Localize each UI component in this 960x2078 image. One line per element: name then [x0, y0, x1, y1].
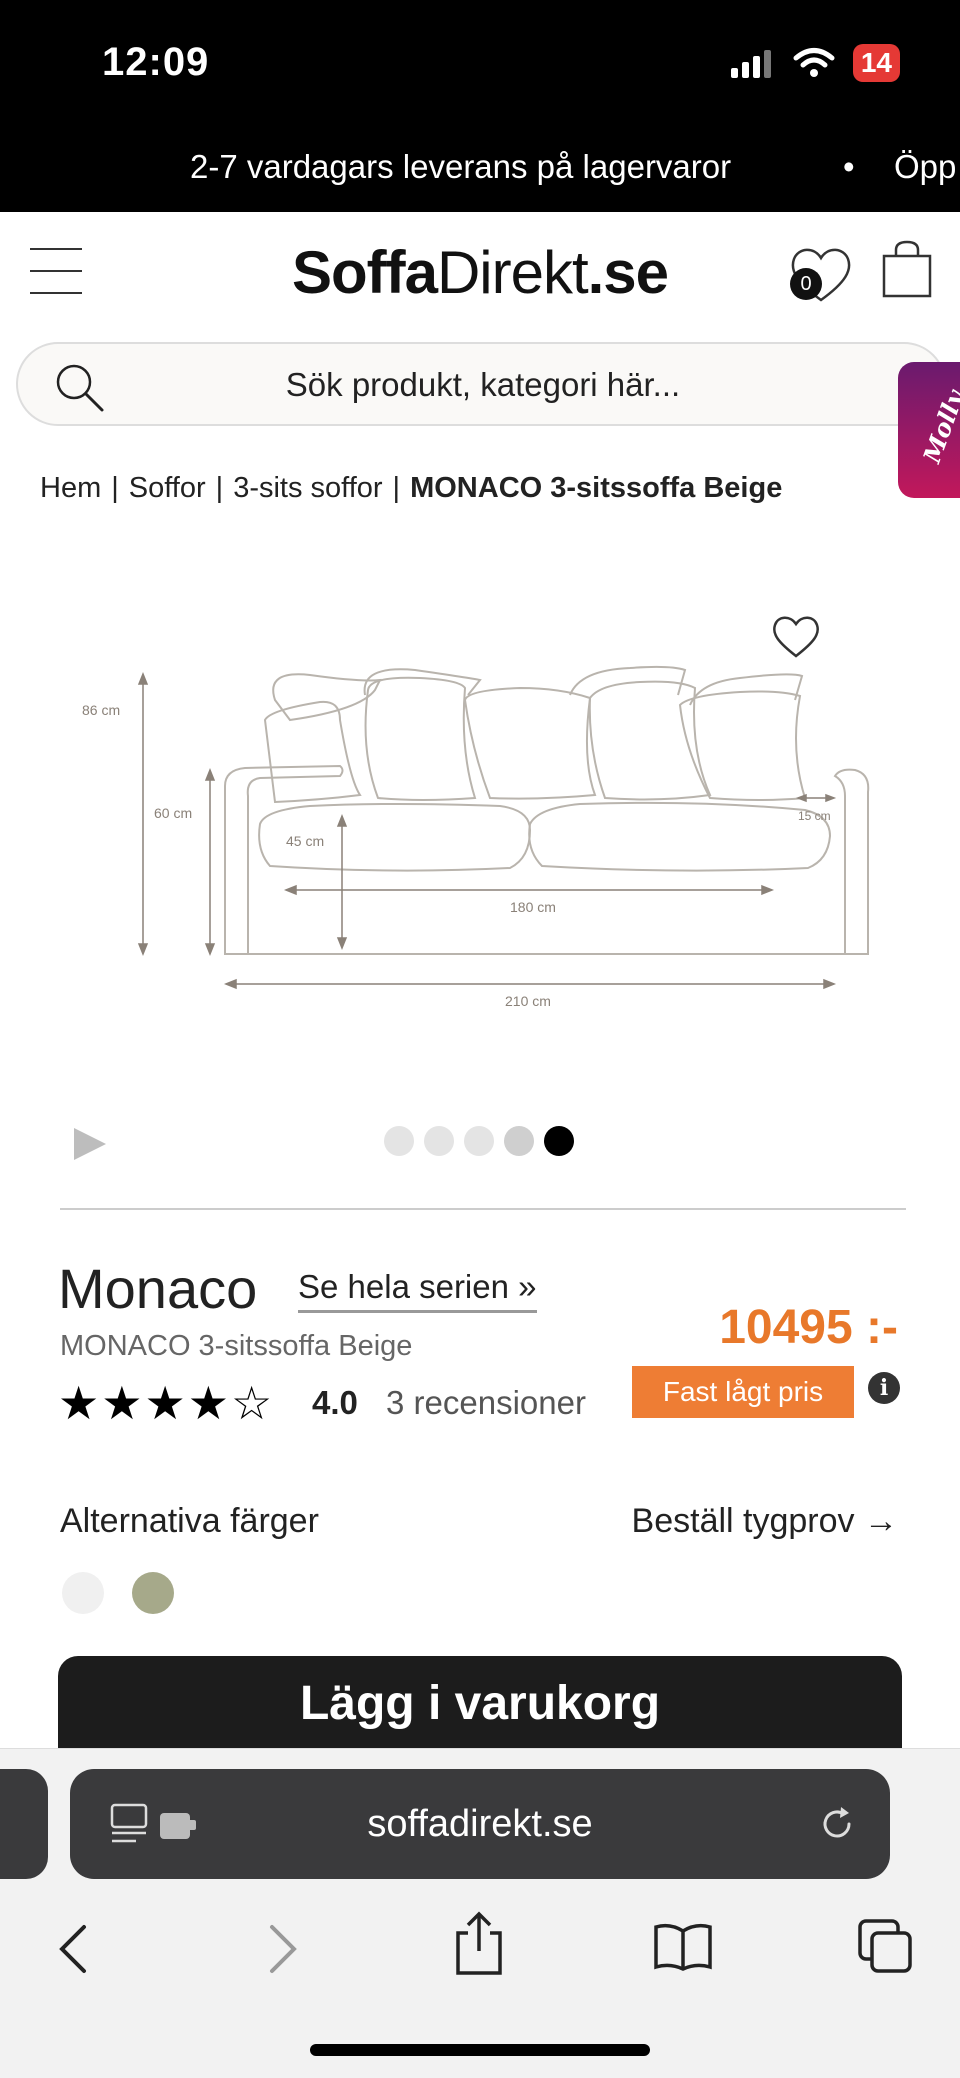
breadcrumb-separator: |: [111, 472, 119, 504]
search-placeholder: Sök produkt, kategori här...: [285, 366, 681, 403]
carousel-dot[interactable]: [464, 1126, 494, 1156]
carousel-dot[interactable]: [384, 1126, 414, 1156]
breadcrumb-item-3-seat[interactable]: 3-sits soffor: [233, 472, 382, 504]
site-header: SoffaDirekt.se 0: [0, 212, 960, 336]
breadcrumb-separator: |: [392, 472, 401, 504]
chat-widget-label: Molly: [916, 386, 960, 467]
carousel-dots: [384, 1126, 574, 1156]
forward-icon[interactable]: [262, 1919, 302, 1979]
breadcrumb: Hem | Soffor | 3-sits soffor | MONACO 3-sitsso…: [40, 472, 782, 505]
order-fabric-sample-link[interactable]: Beställ tygprov →: [632, 1502, 898, 1541]
bookmarks-icon[interactable]: [652, 1921, 714, 1971]
status-time: 12:09: [102, 40, 210, 84]
back-icon[interactable]: [54, 1919, 94, 1979]
divider: [60, 1208, 906, 1210]
wifi-icon: [793, 48, 835, 77]
share-icon[interactable]: [452, 1911, 506, 1977]
previous-tab[interactable]: [0, 1769, 48, 1879]
breadcrumb-separator: |: [215, 472, 224, 504]
favorite-heart-icon[interactable]: [770, 612, 822, 660]
color-swatch-light[interactable]: [62, 1572, 104, 1614]
reload-icon[interactable]: [816, 1803, 858, 1845]
rating-stars[interactable]: ★★★★☆: [58, 1376, 274, 1430]
price-badge: Fast lågt pris: [632, 1366, 854, 1418]
announcement-bar: 2-7 vardagars leverans på lagervaror • Ö…: [0, 126, 960, 212]
breadcrumb-item-sofas[interactable]: Soffor: [129, 472, 206, 504]
chat-widget-tab[interactable]: Molly: [898, 362, 960, 498]
url-text: soffadirekt.se: [367, 1803, 593, 1845]
wishlist-count-badge: 0: [790, 268, 822, 300]
announcement-text-next: Öpp: [894, 148, 957, 185]
status-icons: 14: [729, 44, 900, 82]
carousel-dot-active[interactable]: [544, 1126, 574, 1156]
dimension-height-back: 60 cm: [154, 805, 192, 821]
series-link[interactable]: Se hela serien »: [298, 1268, 537, 1313]
breadcrumb-item-home[interactable]: Hem: [40, 472, 101, 504]
home-indicator: [310, 2044, 650, 2056]
product-title: Monaco: [58, 1257, 258, 1320]
carousel-dot[interactable]: [504, 1126, 534, 1156]
search-input[interactable]: Sök produkt, kategori här...: [16, 342, 946, 426]
cellular-signal-icon: [730, 50, 771, 78]
status-bar: 12:09 14: [0, 0, 960, 126]
carousel-dot[interactable]: [424, 1126, 454, 1156]
product-price: 10495 :-: [719, 1301, 898, 1354]
color-swatch-green[interactable]: [132, 1572, 174, 1614]
shopping-bag-icon[interactable]: [880, 238, 934, 300]
announcement-separator: •: [843, 148, 855, 185]
alternative-colors-label: Alternativa färger: [60, 1502, 319, 1540]
dimension-arm-width: 15 cm: [798, 809, 831, 823]
announcement-text: 2-7 vardagars leverans på lagervaror: [190, 148, 732, 185]
info-icon[interactable]: i: [868, 1372, 900, 1404]
reviews-link[interactable]: 3 recensioner: [386, 1384, 586, 1422]
play-icon[interactable]: [70, 1124, 110, 1164]
battery-indicator: 14: [852, 44, 900, 82]
browser-toolbar: [0, 1909, 960, 1999]
rating-value: 4.0: [312, 1384, 358, 1421]
product-subtitle: MONACO 3-sitssoffa Beige: [60, 1330, 413, 1362]
dimension-seat-height: 45 cm: [286, 833, 324, 849]
dimension-height-total: 86 cm: [82, 702, 120, 718]
tabs-icon[interactable]: [856, 1917, 914, 1975]
dimension-seat-width: 180 cm: [510, 899, 556, 915]
address-bar[interactable]: soffadirekt.se: [70, 1769, 890, 1879]
browser-chrome: soffadirekt.se: [0, 1748, 960, 2078]
breadcrumb-current: MONACO 3-sitssoffa Beige: [410, 472, 783, 504]
dimension-total-width: 210 cm: [505, 993, 551, 1009]
